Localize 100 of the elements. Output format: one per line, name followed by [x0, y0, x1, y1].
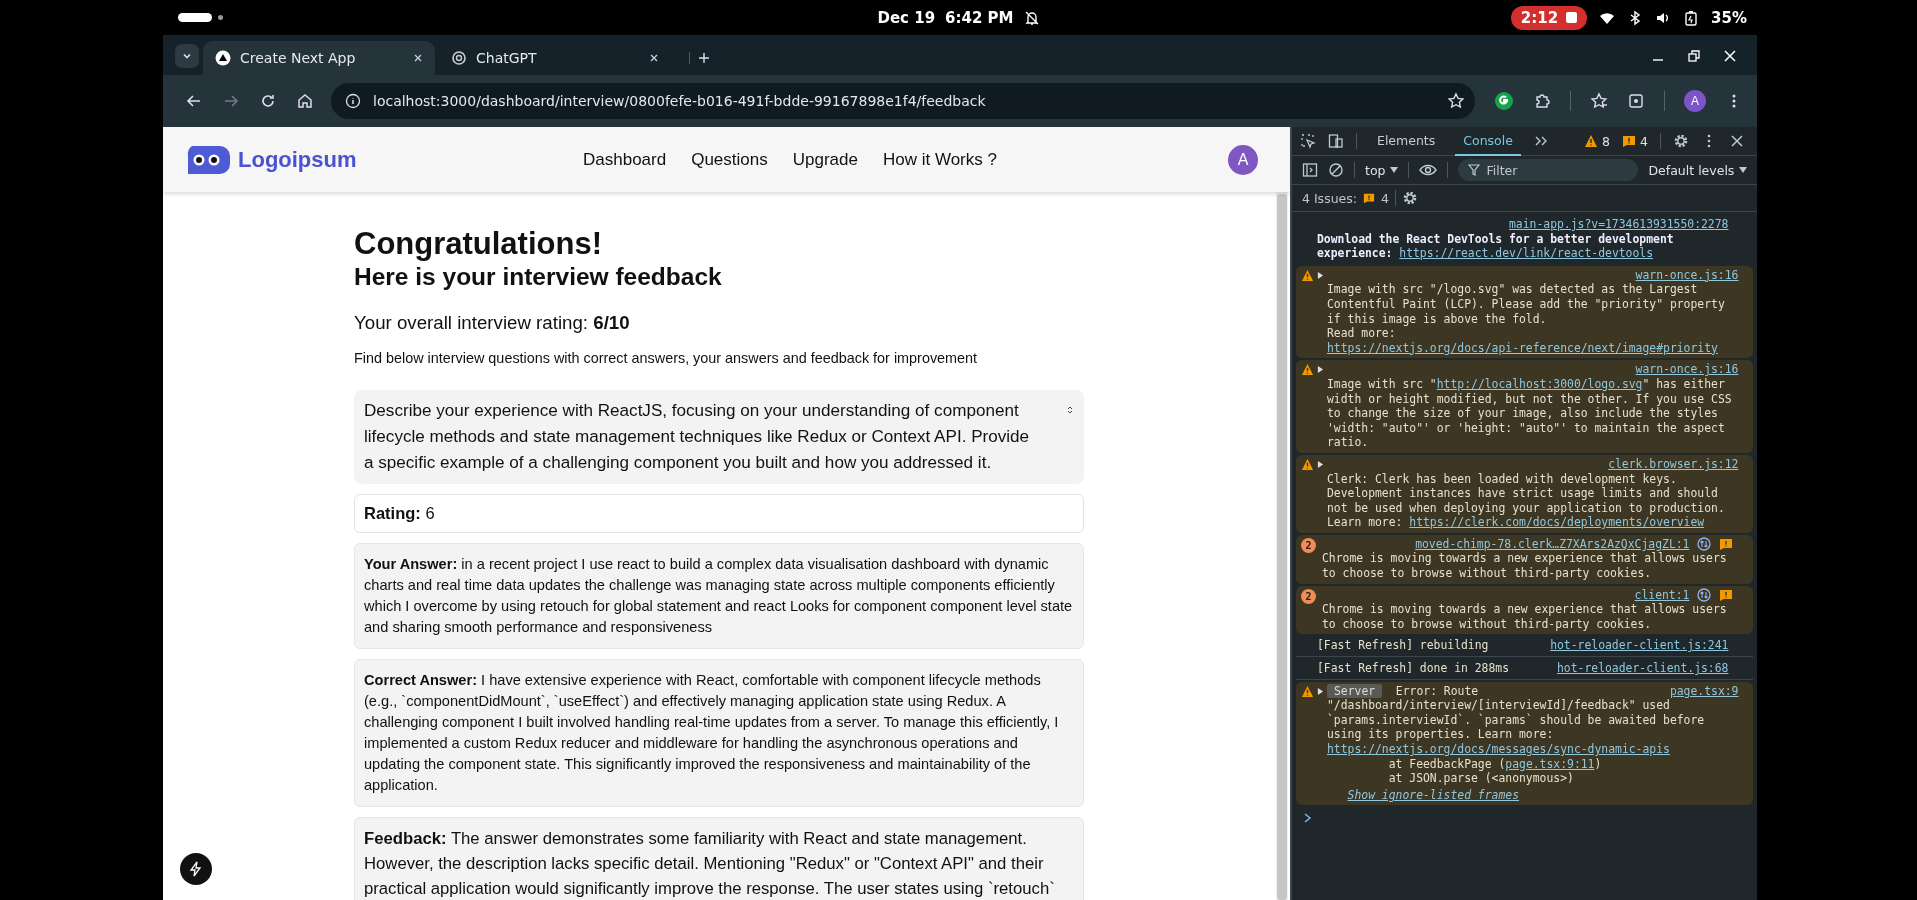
info-icon[interactable] — [345, 93, 361, 109]
server-badge: Server — [1327, 683, 1383, 698]
warning-count[interactable]: 8 — [1602, 133, 1611, 149]
expand-triangle-icon[interactable] — [1317, 687, 1324, 695]
page-dot-icon — [218, 15, 223, 20]
console-message: Image with src "/logo.svg" was detected as the Largest Contentful Paint (LCP). Please add the "priority" property if this image is above the fold. Read more: https://nextjs.org/docs/api-reference/next/image#priority — [1327, 282, 1726, 355]
page-title: Congratulations! — [354, 226, 603, 262]
browser-tab[interactable]: Create Next App — [203, 41, 435, 75]
bookmarks-icon[interactable] — [1590, 92, 1608, 110]
reload-icon[interactable] — [259, 92, 277, 110]
filter-field[interactable]: Filter — [1458, 159, 1639, 181]
issue-icon[interactable] — [1719, 587, 1734, 602]
circular-arrows-icon[interactable] — [1697, 587, 1712, 602]
correct-answer: Correct Answer: I have extensive experience with React, comfortable with component lifecycle methods (e.g., `componentDidMount`, `useEffect`) and effectively managing application state using Redux. A challenging component I built involved handling real-time updates from a server. To manage this efficiently, I implemented a custom Redux reducer and middleware for handling the asynchronous operations and updating the component state. This significantly improved the responsiveness and maintainability of the application. — [354, 659, 1084, 807]
context-selector[interactable]: top — [1365, 162, 1399, 178]
home-indicator-icon — [178, 13, 212, 22]
issue-icon[interactable] — [1719, 537, 1734, 552]
dev-indicator-button[interactable] — [180, 853, 212, 885]
source-link[interactable]: warn-once.js:16 — [1635, 267, 1739, 283]
home-icon[interactable] — [296, 92, 314, 110]
console-message: Clerk: Clerk has been loaded with development keys. Development instances have strict usage limits and should not be used when deploying your application to production. Learn more: https://clerk.com/docs/deployments/overview — [1327, 471, 1726, 530]
close-icon[interactable] — [413, 53, 423, 63]
triangle-favicon-icon — [215, 50, 231, 66]
show-frames-link[interactable]: Show ignore-listed frames — [1347, 787, 1519, 802]
logo-wordmark[interactable]: Logoipsum — [238, 146, 357, 173]
message-link[interactable]: https://nextjs.org/docs/api-reference/next/image#priority — [1327, 340, 1718, 355]
screen-capture-icon[interactable] — [1627, 92, 1645, 110]
warning-icon — [1301, 457, 1314, 471]
restore-icon[interactable] — [1687, 49, 1701, 63]
source-link[interactable]: warn-once.js:16 — [1635, 362, 1739, 377]
sidebar-toggle-icon[interactable] — [1302, 162, 1318, 178]
console-message: Image with src "http://localhost:3000/logo.svg" has either width or height modified, but not the other. If you use CSS to change the size of your image, also include the styles 'width: "auto"' or 'height: "auto"' to maintain the aspect ratio. — [1327, 376, 1733, 450]
device-toolbar-icon[interactable] — [1328, 133, 1344, 149]
expand-triangle-icon[interactable] — [1317, 460, 1324, 468]
message-link[interactable]: https://nextjs.org/docs/messages/sync-dynamic-apis — [1327, 742, 1670, 756]
bell-off-icon — [1023, 9, 1040, 26]
stack-frame: at FeedbackPage (page.tsx:9:11) — [1388, 756, 1602, 771]
status-date: Dec 19 — [877, 8, 936, 27]
g-extension-icon[interactable] — [1494, 91, 1514, 111]
recording-timer[interactable]: 2:12 — [1510, 5, 1588, 30]
extensions-icon[interactable] — [1533, 92, 1551, 110]
devtools-tab[interactable]: Console — [1455, 126, 1521, 156]
prompt-chevron-icon[interactable] — [1304, 813, 1312, 824]
repeat-count: 2 — [1301, 588, 1316, 604]
source-link[interactable]: clerk.browser.js:12 — [1608, 456, 1739, 472]
nav-link[interactable]: How it Works ? — [882, 149, 997, 170]
battery-charging-icon — [1683, 9, 1700, 26]
tab-search-button[interactable] — [175, 44, 199, 68]
console-message: [Fast Refresh] done in 288ms — [1317, 661, 1510, 676]
expand-triangle-icon[interactable] — [1317, 271, 1324, 279]
address-bar[interactable]: localhost:3000/dashboard/interview/0800fefe-b016-491f-bdde-99167898e1f4/feedback — [331, 83, 1475, 119]
message-link[interactable]: https://clerk.com/docs/deployments/overview — [1409, 515, 1705, 530]
warning-icon — [1301, 684, 1314, 698]
source-link[interactable]: client:1 — [1634, 587, 1690, 603]
console-message: Download the React DevTools for a better development experience: https://react.dev/link/react-devtools — [1317, 231, 1675, 261]
nav-link[interactable]: Upgrade — [792, 149, 858, 170]
source-link[interactable]: page.tsx:9 — [1669, 683, 1739, 699]
circular-arrows-icon[interactable] — [1697, 537, 1712, 552]
intro-text: Find below interview questions with correct answers, your answers and feedback for improvement — [354, 350, 979, 366]
close-icon[interactable] — [1729, 133, 1745, 149]
settings-icon[interactable] — [1673, 133, 1689, 149]
source-link[interactable]: hot-reloader-client.js:68 — [1557, 661, 1729, 676]
devtools-tab[interactable]: Elements — [1369, 126, 1444, 156]
console-message: Chrome is moving towards a new experience that allows users to choose to browse without third-party cookies. — [1322, 602, 1728, 631]
nav-link[interactable]: Questions — [691, 149, 768, 170]
message-link[interactable]: http://localhost:3000/logo.svg — [1436, 376, 1643, 391]
issues-label[interactable]: 4 Issues: — [1302, 190, 1357, 206]
frame-link[interactable]: page.tsx:9:11 — [1505, 756, 1595, 771]
bookmark-star-icon[interactable] — [1447, 92, 1465, 110]
source-link[interactable]: main-app.js?v=1734613931550:2278 — [1509, 217, 1729, 232]
issues-count[interactable]: 4 — [1381, 190, 1389, 206]
repeat-count: 2 — [1301, 537, 1316, 553]
expand-triangle-icon[interactable] — [1317, 366, 1324, 374]
close-icon[interactable] — [649, 53, 659, 63]
user-avatar[interactable]: A — [1228, 144, 1258, 175]
log-levels-dropdown[interactable]: Default levels — [1648, 162, 1748, 178]
issue-count[interactable]: 4 — [1640, 133, 1648, 149]
caret-down-icon — [1739, 167, 1748, 173]
inspect-element-icon[interactable] — [1300, 133, 1316, 149]
caret-down-icon — [1390, 167, 1399, 173]
warning-icon — [1301, 363, 1314, 377]
scrollbar-thumb[interactable] — [1277, 194, 1287, 900]
issue-icon — [1622, 134, 1637, 148]
source-link[interactable]: hot-reloader-client.js:241 — [1550, 638, 1729, 654]
status-time: 6:42 PM — [945, 8, 1014, 27]
settings-icon[interactable] — [1401, 190, 1418, 206]
message-link[interactable]: https://react.dev/link/react-devtools — [1399, 246, 1654, 261]
page-subtitle: Here is your interview feedback — [354, 262, 723, 292]
stack-frame: at JSON.parse (<anonymous>) — [1388, 771, 1574, 786]
browser-tab[interactable]: ChatGPT — [439, 41, 671, 75]
lightning-icon — [188, 861, 204, 877]
filter-icon — [1468, 164, 1481, 176]
warning-icon — [1301, 268, 1314, 282]
profile-avatar[interactable]: A — [1684, 90, 1706, 112]
feedback-card: Feedback: The answer demonstrates some familiarity with React and state management. However, the description lacks specific detail. Mentioning "Redux" or "Context API" and their practical application would significantly improve the response. The user states using `retouch` — [354, 817, 1084, 900]
source-link[interactable]: moved-chimp-78.clerk…Z7XArs2AzQxCjagZL:1 — [1415, 536, 1690, 552]
clear-console-icon[interactable] — [1328, 162, 1344, 178]
new-tab-icon[interactable] — [689, 52, 710, 64]
question-toggle[interactable]: Describe your experience with ReactJS, focusing on your understanding of component lifecycle methods and state management techniques like Redux or Context API. Provide a specific example of a challenging component you built and how you addressed it. — [354, 390, 1084, 484]
nav-link[interactable]: Dashboard — [583, 149, 667, 170]
